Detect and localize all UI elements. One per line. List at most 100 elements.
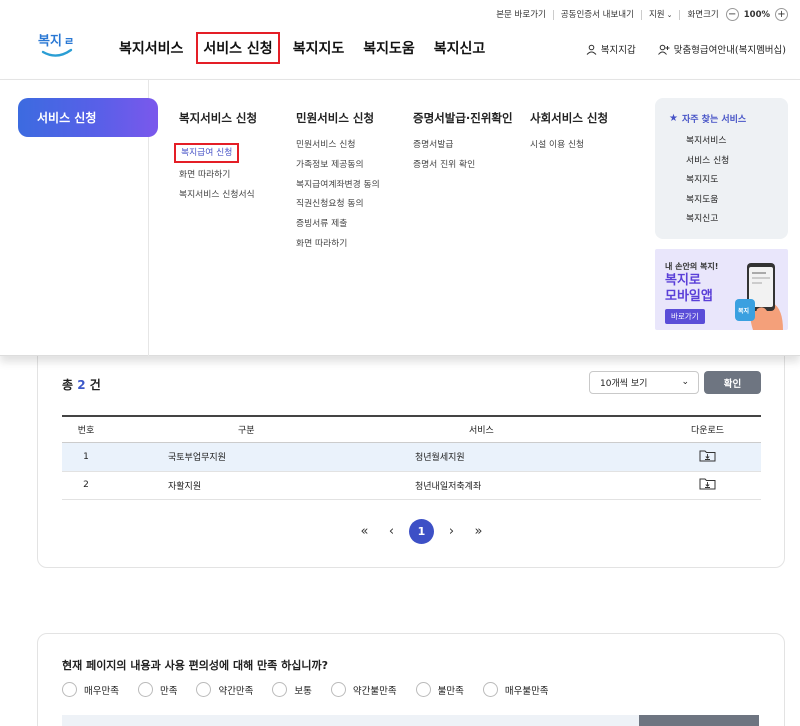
column-title[interactable]: 증명서발급·진위확인 — [413, 110, 513, 126]
frequent-item[interactable]: 복지서비스 — [686, 136, 774, 146]
menu-item[interactable]: 증명서발급 — [413, 140, 513, 150]
skip-to-content-link[interactable]: 본문 바로가기 — [489, 9, 554, 20]
download-icon[interactable] — [699, 477, 716, 490]
column-title[interactable]: 사회서비스 신청 — [530, 110, 608, 126]
prev-page-icon[interactable]: ‹ — [378, 518, 405, 545]
row-no: 2 — [83, 480, 89, 491]
row-category: 국토부업무지원 — [168, 453, 226, 464]
survey-option[interactable]: 매우만족 — [62, 682, 119, 697]
mega-tab-service-apply[interactable]: 서비스 신청 — [18, 98, 158, 137]
frequent-item[interactable]: 복지신고 — [686, 214, 774, 224]
option-label: 약간불만족 — [352, 685, 397, 697]
col-header-service: 서비스 — [469, 426, 494, 436]
mobile-app-banner[interactable]: 내 손안의 복지! 복지로 모바일앱 바로가기 복지 — [655, 249, 788, 330]
menu-item[interactable]: 증명서 진위 확인 — [413, 160, 513, 170]
page-size-select[interactable]: 10개씩 보기 ⌄ — [589, 371, 699, 394]
survey-option[interactable]: 보통 — [272, 682, 312, 697]
survey-option[interactable]: 만족 — [137, 682, 178, 697]
confirm-button[interactable]: 확인 — [704, 371, 761, 394]
user-icon — [586, 44, 597, 55]
radio-button[interactable] — [272, 682, 288, 697]
download-cell — [634, 477, 761, 493]
menu-item[interactable]: 직권신청요청 동의 — [296, 199, 380, 209]
result-table: 번호 구분 서비스 다운로드 1 국토부업무지원 청년월세지원 2 자활지원 청… — [62, 415, 761, 500]
download-icon[interactable] — [699, 449, 716, 462]
banner-go-button[interactable]: 바로가기 — [665, 309, 705, 324]
survey-option[interactable]: 약간불만족 — [330, 682, 397, 697]
custom-benefit-link[interactable]: 맞춤형급여안내(복지멤버십) — [657, 42, 786, 56]
wallet-label: 복지지갑 — [600, 45, 636, 56]
svg-text:복지: 복지 — [738, 307, 749, 315]
language-select[interactable]: 지원 ⌄ — [642, 9, 681, 20]
survey-option[interactable]: 약간만족 — [196, 682, 253, 697]
option-label: 약간만족 — [218, 685, 254, 697]
star-icon: ★ — [669, 113, 678, 124]
frequent-item[interactable]: 복지지도 — [686, 175, 774, 185]
nav-welfare-help[interactable]: 복지도움 — [363, 38, 415, 58]
wallet-link[interactable]: 복지지갑 — [586, 42, 636, 56]
survey-submit-button[interactable] — [639, 715, 759, 726]
table-header: 번호 구분 서비스 다운로드 — [62, 417, 761, 443]
nav-welfare-report[interactable]: 복지신고 — [434, 38, 486, 58]
user-plus-icon — [657, 44, 670, 55]
row-service: 청년내일저축계좌 — [415, 481, 482, 492]
total-suffix: 건 — [89, 378, 101, 392]
survey-card — [37, 633, 785, 726]
row-service: 청년월세지원 — [415, 453, 465, 464]
last-page-icon[interactable]: » — [465, 518, 492, 545]
survey-option[interactable]: 불만족 — [415, 682, 464, 697]
option-label: 매우불만족 — [504, 685, 549, 697]
menu-item[interactable]: 화면 따라하기 — [296, 239, 380, 249]
radio-button[interactable] — [330, 682, 346, 697]
nav-welfare-service[interactable]: 복지서비스 — [119, 38, 183, 58]
total-number: 2 — [77, 378, 86, 392]
main-nav: 복지서비스 서비스 신청 복지지도 복지도움 복지신고 — [119, 32, 504, 64]
option-label: 불만족 — [437, 685, 464, 697]
menu-item[interactable]: 화면 따라하기 — [179, 170, 257, 180]
total-count: 총 2 건 — [62, 376, 101, 393]
row-category: 자활지원 — [168, 481, 202, 492]
col-header-category: 구분 — [238, 426, 255, 436]
menu-item-welfare-benefit-apply[interactable]: 복지급여 신청 — [173, 143, 240, 163]
table-row: 1 국토부업무지원 청년월세지원 — [62, 443, 761, 472]
next-page-icon[interactable]: › — [438, 518, 465, 545]
survey-option[interactable]: 매우불만족 — [482, 682, 549, 697]
custom-benefit-label: 맞춤형급여안내(복지멤버십) — [673, 45, 786, 56]
chevron-down-icon: ⌄ — [681, 377, 689, 387]
survey-question: 현재 페이지의 내용과 사용 편의성에 대해 만족 하십니까? — [62, 659, 328, 672]
nav-welfare-map[interactable]: 복지지도 — [293, 38, 345, 58]
option-label: 만족 — [159, 685, 178, 697]
menu-item[interactable]: 복지서비스 신청서식 — [179, 190, 257, 200]
page-number-current[interactable]: 1 — [409, 519, 434, 544]
column-title[interactable]: 복지서비스 신청 — [179, 110, 257, 126]
menu-item[interactable]: 복지급여계좌변경 동의 — [296, 180, 380, 190]
first-page-icon[interactable]: « — [351, 518, 378, 545]
radio-button[interactable] — [482, 682, 498, 697]
option-label: 보통 — [294, 685, 312, 697]
menu-item[interactable]: 가족정보 제공동의 — [296, 160, 380, 170]
survey-comment-input[interactable] — [62, 715, 639, 726]
menu-item[interactable]: 증빙서류 제출 — [296, 219, 380, 229]
banner-line1: 내 손안의 복지! — [665, 262, 719, 271]
menu-item[interactable]: 시설 이용 신청 — [530, 140, 608, 150]
radio-button[interactable] — [137, 682, 153, 697]
utility-bar: 본문 바로가기 공동인증서 내보내기 지원 ⌄ 화면크기 − 100% + — [489, 8, 788, 21]
radio-button[interactable] — [415, 682, 431, 697]
table-row: 2 자활지원 청년내일저축계좌 — [62, 472, 761, 500]
nav-service-apply[interactable]: 서비스 신청 — [196, 32, 280, 64]
menu-item[interactable]: 민원서비스 신청 — [296, 140, 380, 150]
frequent-title-label: 자주 찾는 서비스 — [681, 115, 747, 125]
cert-export-link[interactable]: 공동인증서 내보내기 — [554, 9, 642, 20]
mega-menu: 서비스 신청 복지서비스 신청 복지급여 신청 화면 따라하기 복지서비스 신청… — [0, 80, 800, 356]
radio-button[interactable] — [196, 682, 212, 697]
frequent-services-panel: ★ 자주 찾는 서비스 복지서비스 서비스 신청 복지지도 복지도움 복지신고 — [655, 98, 788, 239]
column-title[interactable]: 민원서비스 신청 — [296, 110, 380, 126]
frequent-item[interactable]: 복지도움 — [686, 195, 774, 205]
svg-text:복지: 복지 — [38, 34, 62, 49]
zoom-in-button[interactable]: + — [775, 8, 788, 21]
radio-button[interactable] — [62, 682, 77, 697]
site-logo[interactable]: 복지 ㄹ — [37, 28, 77, 62]
frequent-item[interactable]: 서비스 신청 — [686, 156, 774, 166]
zoom-out-button[interactable]: − — [725, 8, 739, 21]
zoom-label: 화면크기 — [687, 9, 719, 20]
